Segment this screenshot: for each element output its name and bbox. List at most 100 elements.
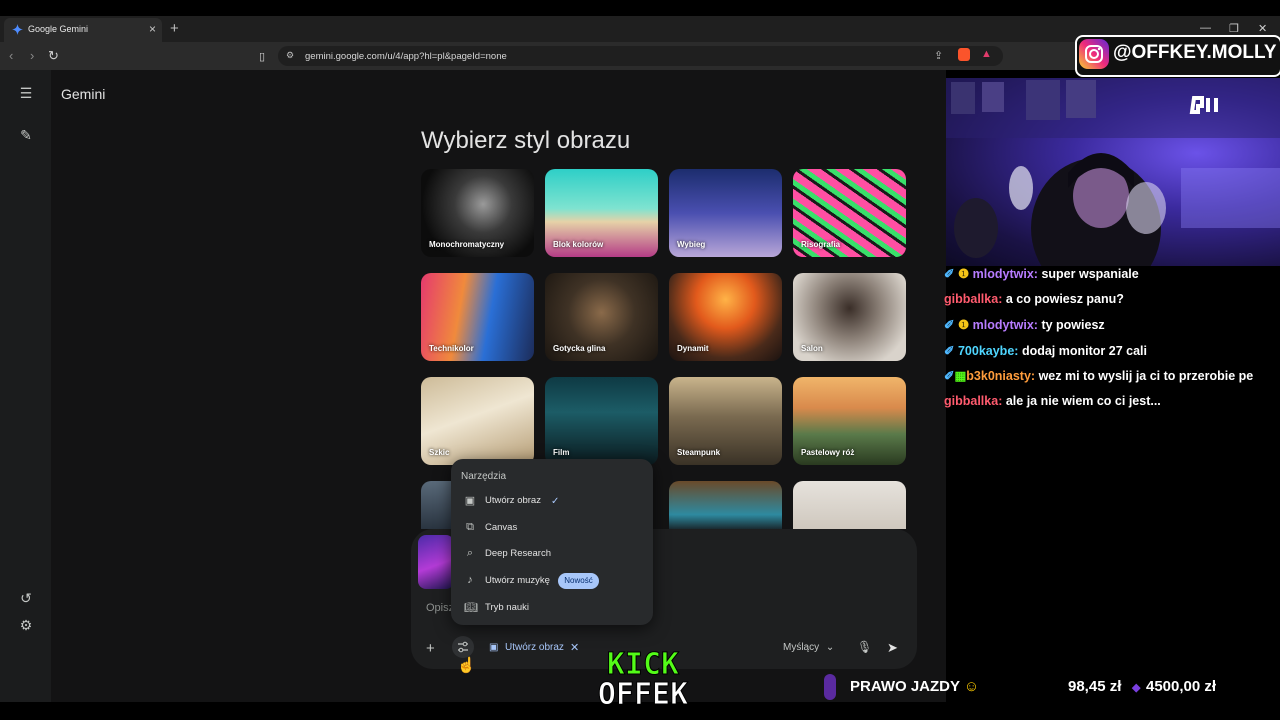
goal-target: 4500,00 zł — [1146, 678, 1217, 695]
menu-item-label: Tryb nauki — [485, 602, 529, 613]
rewards-icon[interactable]: ▲ — [981, 48, 992, 60]
kick-badge-icon: ▦ — [954, 369, 967, 383]
style-card-partial[interactable] — [669, 481, 782, 529]
page-title: Wybierz styl obrazu — [421, 127, 631, 154]
menu-item-label: Utwórz obraz — [485, 495, 541, 506]
reload-icon[interactable]: ↻ — [48, 48, 59, 64]
style-card-label: Monochromatyczny — [429, 240, 505, 249]
check-icon: ✓ — [551, 496, 560, 507]
chat-username: 700kaybe — [957, 344, 1015, 358]
style-card-pastelowy-roz[interactable]: Pastelowy róż — [793, 377, 906, 465]
tools-button[interactable] — [452, 636, 474, 658]
sword-badge-icon: ✐ — [944, 344, 955, 358]
research-icon: ⌕ — [466, 547, 474, 559]
sword-badge-icon: ✐ — [944, 318, 955, 332]
style-card-salon[interactable]: Salon — [793, 273, 906, 361]
add-file-icon[interactable]: + — [426, 640, 435, 657]
menu-item-label: Utwórz muzykę — [485, 575, 550, 586]
brave-shield-icon[interactable] — [958, 48, 970, 61]
style-card-partial[interactable] — [793, 481, 906, 529]
style-card-dynamit[interactable]: Dynamit — [669, 273, 782, 361]
menu-item-utworz-muzyke[interactable]: ♪ Utwórz muzykę — [464, 574, 644, 590]
url-text: gemini.google.com/u/4/app?hl=pl&pageId=n… — [305, 51, 507, 62]
style-card-label: Blok kolorów — [553, 240, 604, 249]
chat-text: ale ja nie wiem co ci jest... — [1005, 394, 1161, 408]
ticker-accent — [824, 674, 836, 700]
chat-text: super wspaniale — [1041, 267, 1139, 281]
activity-icon[interactable]: ↺ — [15, 587, 37, 609]
menu-icon[interactable]: ☰ — [15, 82, 37, 104]
sub-badge-icon: ❶ — [957, 267, 970, 281]
style-card-blok-kolorow[interactable]: Blok kolorów — [545, 169, 658, 257]
style-card-film[interactable]: Film — [545, 377, 658, 465]
tools-menu-title: Narzędzia — [461, 471, 507, 482]
image-icon: ▣ — [489, 642, 499, 653]
menu-item-canvas[interactable]: ⧉ Canvas — [464, 521, 644, 537]
chat-message: gibballka: a co powiesz panu? — [944, 292, 1124, 306]
style-card-label: Technikolor — [429, 344, 474, 353]
style-card-label: Pastelowy róż — [801, 448, 855, 457]
site-info-icon[interactable]: ⚙ — [286, 50, 294, 61]
new-chat-icon[interactable]: ✎ — [15, 124, 37, 146]
settings-icon[interactable]: ⚙ — [15, 614, 37, 636]
style-card-gotycka-glina[interactable]: Gotycka glina — [545, 273, 658, 361]
style-card-label: Gotycka glina — [553, 344, 606, 353]
goal-title: PRAWO JAZDY ☺ — [850, 678, 979, 695]
style-card-label: Risografia — [801, 240, 841, 249]
style-card-risografia[interactable]: Risografia — [793, 169, 906, 257]
chevron-down-icon: ⌄ — [825, 642, 835, 653]
kick-logo-bottom: OFFEK — [597, 677, 689, 712]
forward-icon[interactable]: › — [30, 48, 34, 63]
restore-icon[interactable]: ❐ — [1229, 22, 1239, 35]
menu-item-tryb-nauki[interactable]: 📖︎ Tryb nauki — [464, 601, 644, 617]
chat-username: mlodytwix — [972, 267, 1034, 281]
chat-message: ✐ 700kaybe: dodaj monitor 27 cali — [944, 344, 1147, 358]
minimize-icon[interactable]: — — [1200, 22, 1211, 34]
tools-icon — [458, 641, 468, 653]
chat-text: dodaj monitor 27 cali — [1021, 344, 1147, 358]
send-icon[interactable]: ➤ — [887, 640, 898, 656]
style-card-label: Steampunk — [677, 448, 721, 457]
sub-badge-icon: ❶ — [957, 318, 970, 332]
style-card-szkic[interactable]: Szkic — [421, 377, 534, 465]
style-card-technikolor[interactable]: Technikolor — [421, 273, 534, 361]
app-brand: Gemini — [61, 86, 106, 102]
remove-tool-icon[interactable]: ✕ — [570, 641, 579, 654]
style-card-steampunk[interactable]: Steampunk — [669, 377, 782, 465]
book-icon: 📖︎ — [464, 602, 478, 614]
close-window-icon[interactable]: ✕ — [1258, 22, 1267, 35]
close-tab-icon[interactable]: × — [149, 22, 156, 36]
microphone-icon[interactable]: 🎙︎ — [857, 640, 872, 654]
instagram-handle: @OFFKEY.MOLLY — [1113, 42, 1277, 63]
chat-message: ✐▦b3k0niasty: wez mi to wyslij ja ci to … — [944, 369, 1254, 383]
browser-tab[interactable]: Google Gemini × — [4, 18, 162, 42]
image-icon: ▣ — [464, 495, 476, 507]
chat-username: mlodytwix — [972, 318, 1034, 332]
style-card-label: Film — [553, 448, 570, 457]
chat-text: a co powiesz panu? — [1005, 292, 1124, 306]
style-card-wybieg[interactable]: Wybieg — [669, 169, 782, 257]
menu-item-label: Canvas — [485, 522, 518, 533]
menu-item-deep-research[interactable]: ⌕ Deep Research — [464, 547, 644, 563]
new-tab-icon[interactable]: + — [170, 20, 179, 37]
canvas-icon: ⧉ — [466, 521, 474, 533]
new-badge: Nowość — [558, 573, 599, 589]
share-icon[interactable]: ⇪ — [934, 49, 943, 62]
style-card-monochromatyczny[interactable]: Monochromatyczny — [421, 169, 534, 257]
active-tool-chip[interactable]: Utwórz obraz — [505, 642, 564, 653]
style-card-label: Szkic — [429, 448, 450, 457]
menu-item-label: Deep Research — [485, 548, 552, 559]
attached-image-thumbnail[interactable] — [418, 535, 454, 589]
style-card-label: Salon — [801, 344, 823, 353]
back-icon[interactable]: ‹ — [9, 48, 13, 63]
bookmark-icon[interactable]: ▯ — [259, 50, 265, 63]
model-label: Myślący — [783, 642, 820, 653]
prompt-input[interactable]: Opisz — [426, 602, 454, 614]
chat-username: gibballka — [944, 292, 999, 306]
chat-message: ✐ ❶ mlodytwix: super wspaniale — [944, 267, 1139, 281]
chat-username: b3k0niasty — [966, 369, 1031, 383]
model-selector[interactable]: Myślący ⌄ — [783, 642, 834, 653]
hand-cursor-icon: ☝ — [457, 657, 476, 674]
chat-text: wez mi to wyslij ja ci to przerobie pe — [1038, 369, 1254, 383]
streamer-image — [946, 78, 1280, 266]
